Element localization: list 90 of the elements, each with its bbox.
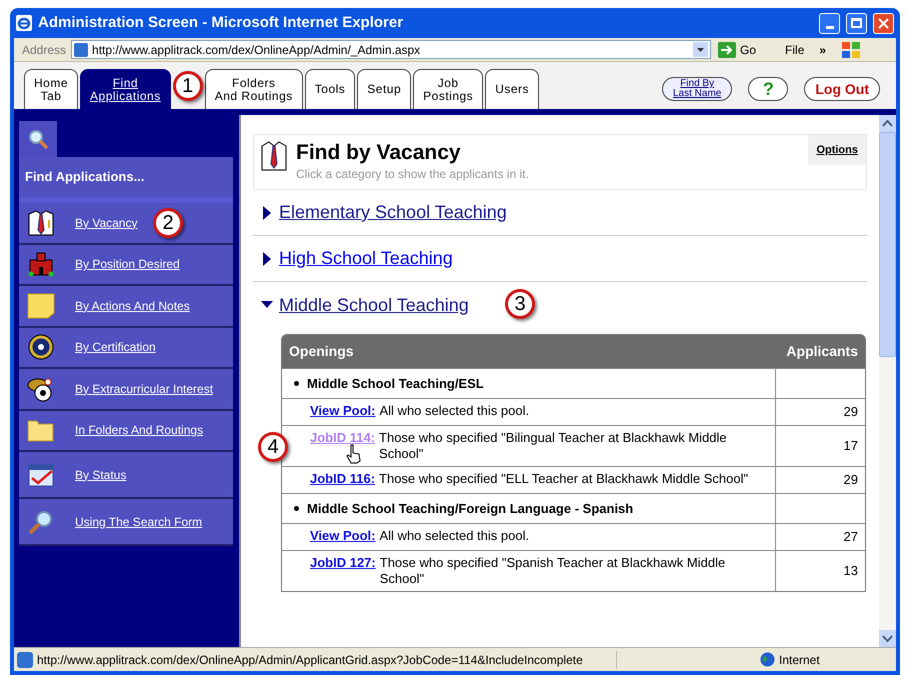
search-icon: [26, 128, 50, 150]
address-field[interactable]: http://www.applitrack.com/dex/OnlineApp/Admin/_Admin.aspx: [71, 40, 712, 59]
sidebar-item[interactable]: By Vacancy 2: [19, 203, 233, 244]
sidebar-item[interactable]: By Position Desired: [19, 244, 233, 286]
group-title: Middle School Teaching/Foreign Language - Spanish: [282, 494, 775, 523]
opening-description: All who selected this pool.: [380, 528, 530, 544]
opening-description: Those who specified "Spanish Teacher at Blackhawk Middle School": [380, 555, 726, 587]
page-title: Find by Vacancy: [296, 141, 462, 165]
callout-number: 4: [258, 432, 288, 462]
sidebar-link[interactable]: By Position Desired: [75, 255, 180, 274]
nav-tab[interactable]: Job Postings: [413, 69, 484, 109]
go-button[interactable]: Go: [716, 40, 758, 58]
scrollbar[interactable]: [879, 115, 896, 647]
applicant-count: 17: [775, 426, 865, 466]
sidebar-link[interactable]: By Status: [75, 466, 126, 484]
windows-flag-icon: [841, 40, 862, 58]
collapsed-triangle-icon[interactable]: [261, 252, 273, 266]
magnifier-icon: [27, 508, 55, 534]
category-link[interactable]: Middle School Teaching: [279, 292, 469, 318]
applicant-count: 27: [775, 524, 865, 550]
dropdown-icon[interactable]: [693, 42, 708, 57]
shirt-tie-icon: [27, 210, 55, 236]
close-icon: [878, 18, 889, 28]
maximize-button[interactable]: [846, 12, 867, 34]
shirt-tie-icon: [260, 141, 288, 171]
opening-description: All who selected this pool.: [380, 403, 530, 419]
job-link[interactable]: View Pool:: [310, 528, 376, 544]
collapsed-triangle-icon[interactable]: [261, 206, 273, 220]
sidebar-link[interactable]: By Vacancy: [75, 214, 138, 232]
search-tab[interactable]: [19, 121, 57, 157]
sidebar-item[interactable]: By Extracurricular Interest: [19, 369, 233, 410]
opening-description: Those who specified "Bilingual Teacher at Blackhawk Middle School": [379, 430, 728, 462]
scroll-up-button[interactable]: [879, 115, 896, 132]
sidebar-title: Find Applications...: [19, 157, 233, 203]
opening-description: Those who specified "ELL Teacher at Blackhawk Middle School": [379, 471, 750, 487]
school-building-icon: [27, 251, 55, 278]
sidebar-link[interactable]: In Folders And Routings: [75, 421, 204, 440]
options-link[interactable]: Options: [808, 135, 866, 165]
help-button[interactable]: ?: [748, 77, 788, 101]
address-label: Address: [21, 42, 66, 58]
calendar-check-icon: [27, 462, 55, 488]
callout-number: 2: [153, 208, 183, 238]
page-subtitle: Click a category to show the applicants in it.: [296, 166, 530, 183]
sidebar-item[interactable]: By Status: [19, 452, 233, 499]
category-link[interactable]: Elementary School Teaching: [279, 199, 507, 226]
callout-number: 3: [505, 289, 535, 319]
page-icon: [17, 652, 33, 668]
browser-icon: [16, 15, 32, 31]
hand-cursor-icon: [346, 444, 362, 464]
file-menu[interactable]: File: [785, 40, 804, 58]
nav-tab[interactable]: Find Applications: [80, 69, 171, 109]
nav-tab[interactable]: Tools: [304, 69, 356, 109]
globe-icon: [760, 652, 775, 667]
log-out-button[interactable]: Log Out: [804, 77, 880, 101]
sidebar-link[interactable]: By Certification: [75, 338, 156, 356]
nav-tab[interactable]: Setup: [357, 69, 412, 109]
scroll-thumb[interactable]: [879, 132, 896, 357]
column-header: Applicants: [785, 342, 859, 361]
column-header: Openings: [288, 342, 355, 361]
callout-number: 1: [172, 71, 203, 101]
status-url: http://www.applitrack.com/dex/OnlineApp/Admin/ApplicantGrid.aspx?JobCode=114&IncludeIncomplete: [37, 652, 584, 668]
page-icon: [74, 42, 88, 56]
window-title: Administration Screen - Microsoft Internet Explorer: [38, 12, 404, 33]
sidebar-link[interactable]: By Actions And Notes: [75, 296, 190, 315]
applicant-count: 29: [775, 399, 865, 425]
applicant-count: 13: [775, 551, 865, 591]
more-chevron[interactable]: »: [819, 40, 826, 58]
minimize-button[interactable]: [819, 12, 840, 34]
job-link[interactable]: JobID 127:: [310, 555, 376, 571]
group-title: Middle School Teaching/ESL: [282, 369, 775, 398]
security-zone: Internet: [779, 652, 820, 668]
nav-tab[interactable]: Home Tab: [24, 69, 78, 109]
scroll-down-button[interactable]: [879, 630, 896, 647]
applicant-count: 29: [775, 467, 865, 493]
sidebar-item[interactable]: By Actions And Notes: [19, 286, 233, 328]
sidebar-item[interactable]: By Certification: [19, 328, 233, 369]
find-by-last-name-button[interactable]: Find By Last Name: [662, 77, 732, 101]
sidebar-item[interactable]: Using The Search Form: [19, 499, 233, 546]
sidebar-item[interactable]: In Folders And Routings: [19, 410, 233, 452]
nav-tab[interactable]: Folders And Routings: [204, 69, 303, 109]
sidebar-link[interactable]: Using The Search Form: [75, 512, 202, 530]
bullet-icon: [294, 381, 299, 386]
sticky-note-icon: [27, 292, 55, 319]
job-link[interactable]: View Pool:: [310, 403, 376, 419]
bullet-icon: [294, 506, 299, 511]
category-link[interactable]: High School Teaching: [279, 245, 453, 272]
job-link[interactable]: JobID 116:: [310, 471, 376, 487]
sidebar-link[interactable]: By Extracurricular Interest: [75, 380, 214, 398]
close-button[interactable]: [873, 12, 894, 34]
nav-tab[interactable]: Users: [485, 69, 540, 109]
